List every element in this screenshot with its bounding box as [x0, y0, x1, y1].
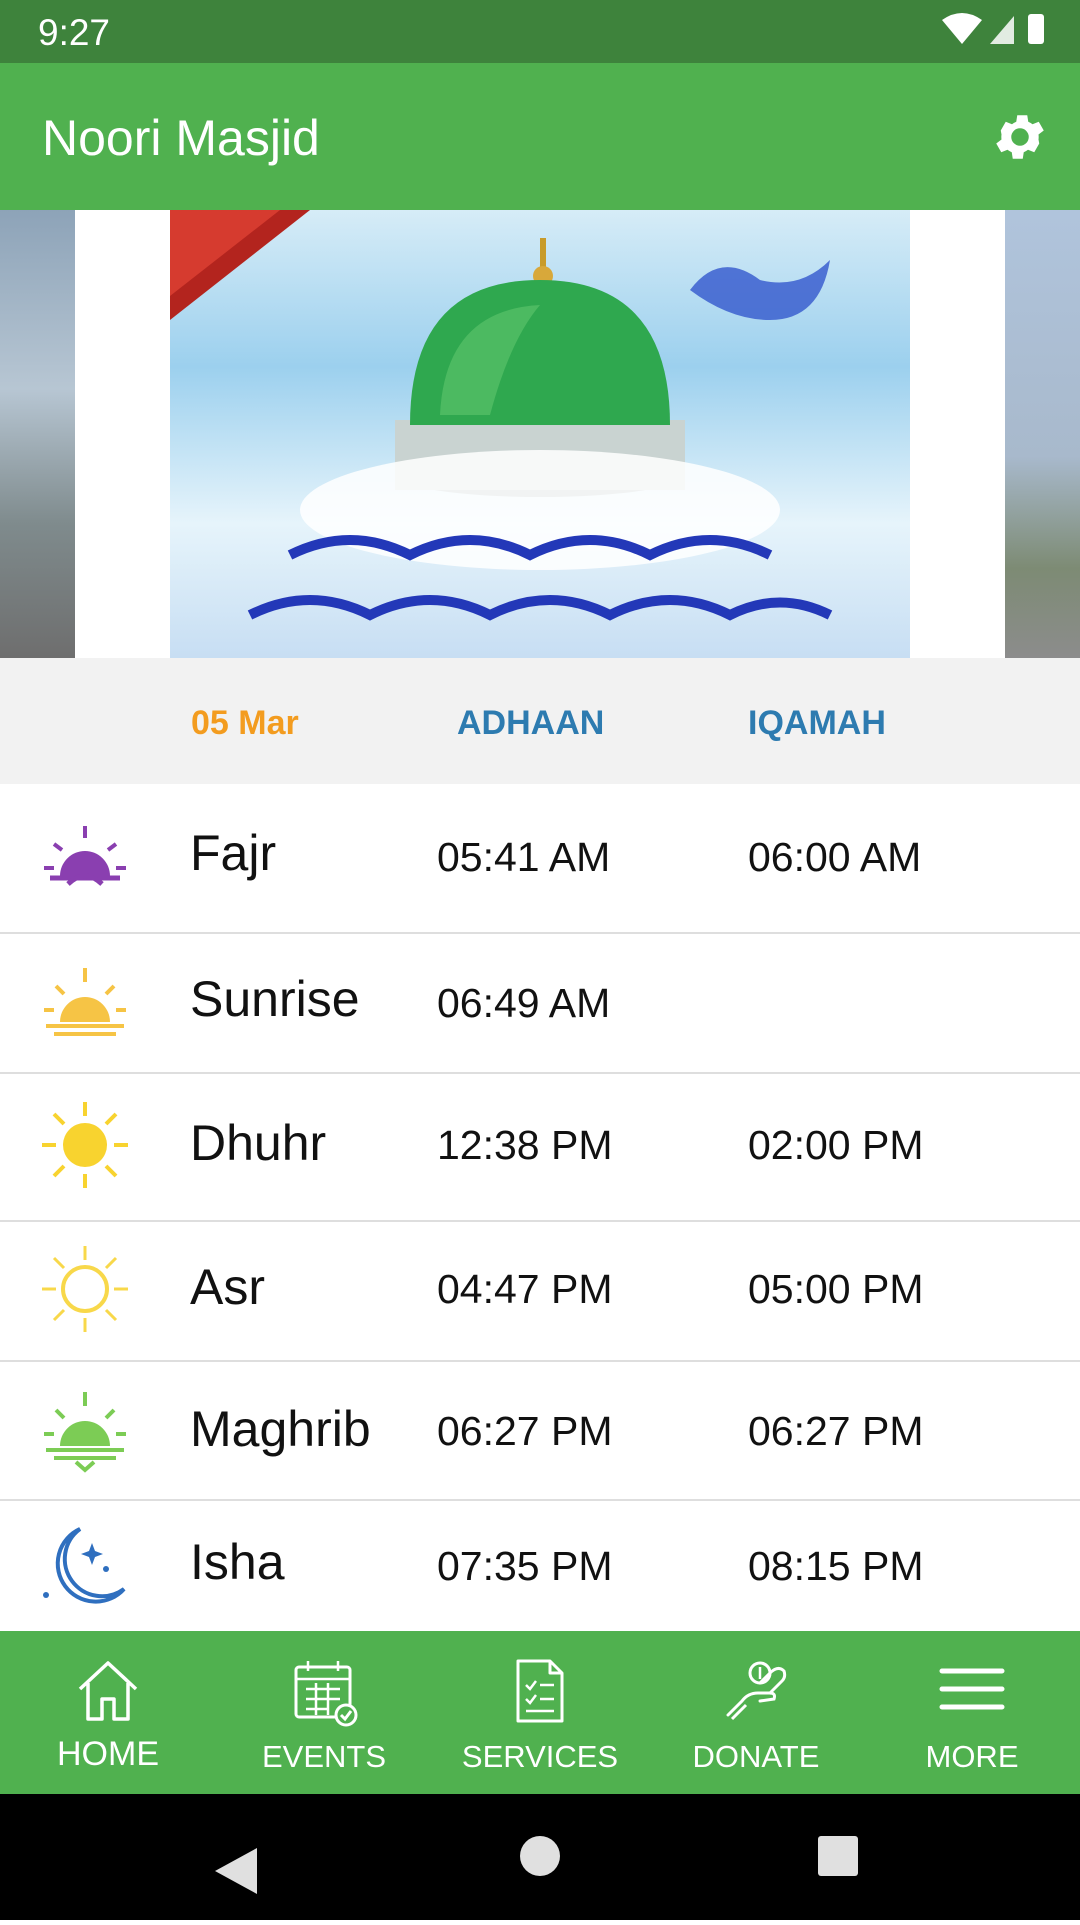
system-navigation-bar: [0, 1794, 1080, 1920]
prayer-row-maghrib: Maghrib 06:27 PM 06:27 PM: [0, 1362, 1080, 1501]
mosque-dome-illustration: [170, 210, 833, 621]
calendar-icon: [294, 1661, 358, 1727]
prayer-name: Fajr: [190, 825, 277, 881]
prayer-row-sunrise: Sunrise 06:49 AM: [0, 934, 1080, 1074]
wifi-icon: [942, 13, 982, 44]
iqamah-time: 06:00 AM: [748, 834, 922, 880]
prayer-table-header: 05 Mar ADHAAN IQAMAH: [0, 658, 1080, 784]
sunset-icon: [44, 1392, 126, 1473]
iqamah-time: 05:00 PM: [748, 1266, 924, 1312]
prayer-name: Dhuhr: [190, 1115, 327, 1171]
prayer-row-asr: Asr 04:47 PM 05:00 PM: [0, 1222, 1080, 1362]
nav-events[interactable]: EVENTS: [216, 1631, 432, 1794]
recents-icon[interactable]: [818, 1836, 858, 1876]
menu-icon: [939, 1668, 1005, 1710]
adhaan-time: 06:49 AM: [437, 980, 611, 1026]
nav-donate-label: DONATE: [692, 1739, 820, 1774]
prayer-row-dhuhr: Dhuhr 12:38 PM 02:00 PM: [0, 1074, 1080, 1222]
home-icon: [78, 1661, 138, 1721]
page-title: Noori Masjid: [42, 110, 320, 166]
prayer-name: Sunrise: [190, 971, 360, 1027]
nav-more-label: MORE: [925, 1739, 1019, 1774]
bottom-navigation: HOME EVENTS SERVICES DONATE MORE: [0, 1631, 1080, 1794]
iqamah-time: 06:27 PM: [748, 1408, 924, 1454]
sunrise-half-sun-icon: [44, 826, 126, 886]
full-sun-icon: [42, 1102, 128, 1188]
donate-hand-icon: [726, 1661, 787, 1721]
nav-home[interactable]: HOME: [0, 1631, 216, 1794]
banner-carousel[interactable]: [0, 210, 1080, 658]
carousel-prev-image[interactable]: [0, 210, 75, 658]
battery-icon: [1028, 14, 1044, 44]
adhaan-time: 07:35 PM: [437, 1543, 613, 1589]
prayer-row-fajr: Fajr 05:41 AM 06:00 AM: [0, 784, 1080, 934]
app-bar: Noori Masjid: [0, 63, 1080, 210]
document-icon: [516, 1659, 564, 1723]
iqamah-column-header: IQAMAH: [748, 704, 886, 742]
prayer-name: Maghrib: [190, 1401, 371, 1457]
settings-gear-icon[interactable]: [990, 107, 1050, 167]
moon-stars-icon: [43, 1527, 126, 1604]
nav-services[interactable]: SERVICES: [432, 1631, 648, 1794]
back-icon[interactable]: [215, 1848, 257, 1894]
current-date: 05 Mar: [191, 704, 299, 742]
carousel-next-image[interactable]: [1005, 210, 1080, 658]
adhaan-column-header: ADHAAN: [457, 704, 605, 742]
outline-sun-icon: [42, 1246, 128, 1332]
nav-donate[interactable]: DONATE: [648, 1631, 864, 1794]
home-button-icon[interactable]: [520, 1836, 560, 1876]
nav-events-label: EVENTS: [261, 1739, 387, 1774]
status-icons: [942, 13, 1044, 44]
adhaan-time: 05:41 AM: [437, 834, 611, 880]
prayer-row-isha: Isha 07:35 PM 08:15 PM: [0, 1501, 1080, 1631]
adhaan-time: 06:27 PM: [437, 1408, 613, 1454]
prayer-name: Isha: [190, 1534, 285, 1590]
status-bar: 9:27: [0, 0, 1080, 63]
nav-services-label: SERVICES: [461, 1739, 619, 1774]
status-time: 9:27: [38, 12, 111, 53]
adhaan-time: 12:38 PM: [437, 1122, 613, 1168]
nav-home-label: HOME: [57, 1735, 159, 1773]
signal-icon: [990, 16, 1014, 44]
sunrise-icon: [44, 968, 126, 1036]
adhaan-time: 04:47 PM: [437, 1266, 613, 1312]
banner-image[interactable]: [170, 210, 910, 658]
prayer-name: Asr: [190, 1259, 265, 1315]
iqamah-time: 02:00 PM: [748, 1122, 924, 1168]
nav-more[interactable]: MORE: [864, 1631, 1080, 1794]
iqamah-time: 08:15 PM: [748, 1543, 924, 1589]
